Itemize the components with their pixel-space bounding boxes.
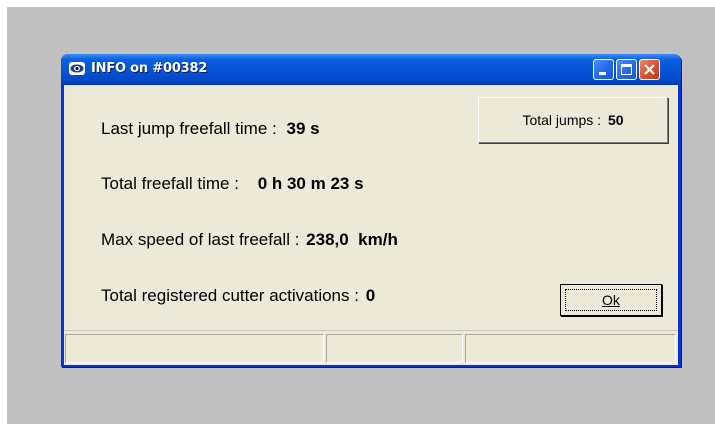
cutter-activations-label: Total registered cutter activations : bbox=[101, 286, 359, 305]
window-title: INFO on #00382 bbox=[91, 61, 208, 76]
ok-button[interactable]: Ok bbox=[560, 284, 662, 316]
last-jump-freefall-row: Last jump freefall time : 39 s bbox=[101, 119, 320, 139]
last-jump-freefall-label: Last jump freefall time : bbox=[101, 119, 277, 138]
close-icon bbox=[644, 64, 655, 75]
minimize-button[interactable] bbox=[593, 59, 614, 80]
total-jumps-label: Total jumps : bbox=[522, 112, 602, 128]
total-freefall-value: 0 h 30 m 23 s bbox=[257, 174, 364, 193]
close-button[interactable] bbox=[639, 59, 660, 80]
title-bar[interactable]: INFO on #00382 bbox=[61, 54, 681, 85]
app-eye-icon bbox=[69, 62, 85, 75]
total-freefall-label: Total freefall time : bbox=[101, 174, 239, 193]
info-dialog-window: INFO on #00382 Last jump freefall time :… bbox=[61, 54, 681, 367]
last-jump-freefall-value: 39 s bbox=[286, 119, 320, 138]
status-panel-2 bbox=[326, 334, 463, 363]
total-jumps-value: 50 bbox=[607, 112, 624, 128]
ok-button-label: Ok bbox=[602, 292, 620, 308]
max-speed-label: Max speed of last freefall : bbox=[101, 230, 300, 249]
total-jumps-button[interactable]: Total jumps : 50 bbox=[478, 97, 668, 143]
cutter-activations-row: Total registered cutter activations : 0 bbox=[101, 286, 375, 306]
status-panel-3 bbox=[465, 334, 676, 363]
maximize-button[interactable] bbox=[616, 59, 637, 80]
status-bar bbox=[64, 330, 678, 365]
dialog-client-area: Last jump freefall time : 39 s Total jum… bbox=[64, 85, 678, 365]
max-speed-row: Max speed of last freefall : 238,0 km/h bbox=[101, 230, 398, 250]
minimize-icon bbox=[599, 72, 606, 75]
status-panel-1 bbox=[65, 334, 324, 363]
max-speed-value: 238,0 km/h bbox=[306, 230, 398, 249]
cutter-activations-value: 0 bbox=[365, 286, 376, 305]
total-freefall-row: Total freefall time : 0 h 30 m 23 s bbox=[101, 174, 364, 194]
maximize-icon bbox=[621, 64, 632, 75]
